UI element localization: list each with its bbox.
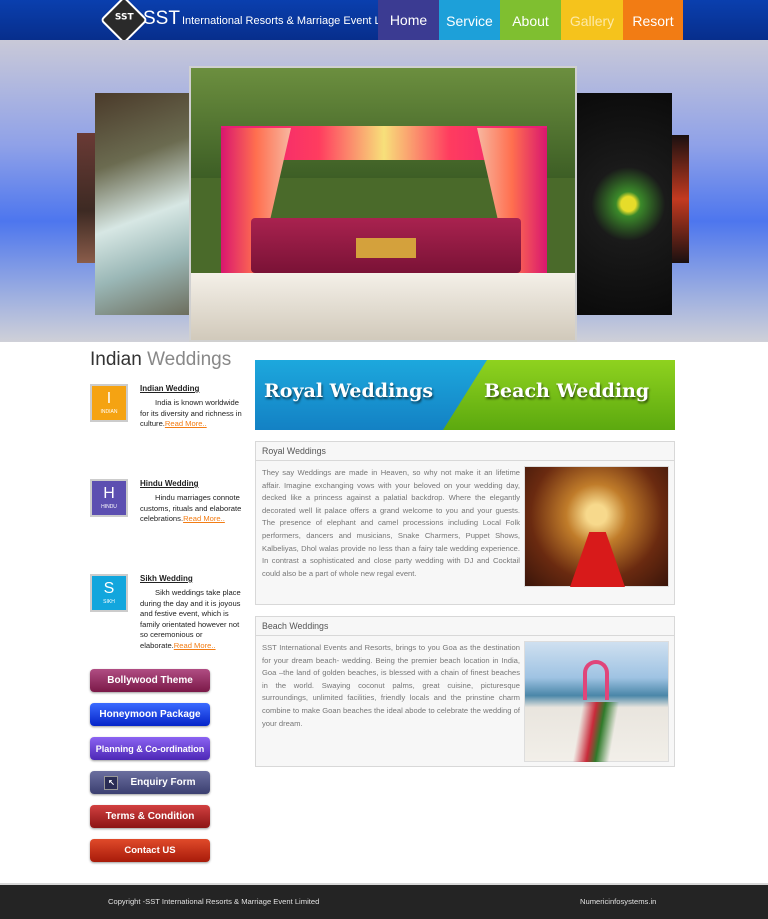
slide-table — [356, 238, 416, 258]
hindu-read-more-link[interactable]: Read More.. — [183, 514, 225, 523]
site-footer: Copyright -SST International Resorts & M… — [0, 883, 768, 919]
nav-about[interactable]: About — [500, 0, 561, 42]
sidebar-title: Indian Weddings — [90, 349, 231, 371]
category-hindu: H HINDU Hindu Wedding Hindu marriages co… — [90, 479, 244, 549]
hindu-icon[interactable]: H HINDU — [90, 479, 128, 517]
nav-home[interactable]: Home — [378, 0, 439, 42]
hindu-icon-sub: HINDU — [101, 504, 117, 510]
indian-wedding-text: India is known worldwide for its diversi… — [140, 398, 242, 430]
beach-wedding-promo-label: Beach Wedding — [484, 380, 650, 402]
sikh-icon-letter: S — [103, 580, 115, 597]
indian-icon-sub: INDIAN — [100, 409, 118, 415]
royal-weddings-text: They say Weddings are made in Heaven, so… — [262, 468, 520, 578]
sidebar-title-strong: Indian — [90, 349, 142, 370]
flower-aisle — [565, 702, 645, 762]
beach-weddings-text: SST International Events and Resorts, br… — [262, 643, 520, 728]
sidebar-title-light: Weddings — [147, 349, 232, 370]
brand-short: SST — [143, 8, 180, 29]
site-header: SST SST International Resorts & Marriage … — [0, 0, 768, 45]
planning-button[interactable]: Planning & Co-ordination — [90, 737, 210, 760]
beach-weddings-heading: Beach Weddings — [256, 617, 674, 636]
indian-icon[interactable]: I INDIAN — [90, 384, 128, 422]
main-nav: Home Service About Gallery Resort — [378, 0, 683, 42]
nav-gallery[interactable]: Gallery — [561, 0, 623, 42]
developer-credit-link[interactable]: Numericinfosystems.in — [580, 897, 656, 906]
promo-banner: Royal Weddings Beach Wedding — [255, 360, 675, 430]
indian-read-more-link[interactable]: Read More.. — [165, 419, 207, 428]
sikh-wedding-link[interactable]: Sikh Wedding — [140, 574, 193, 583]
royal-wedding-image — [524, 466, 669, 587]
nav-service[interactable]: Service — [439, 0, 500, 42]
red-carpet — [570, 532, 625, 587]
hindu-wedding-text: Hindu marriages connote customs, rituals… — [140, 493, 242, 525]
copyright-text: Copyright -SST International Resorts & M… — [108, 897, 320, 906]
slide-right-image[interactable] — [575, 93, 672, 315]
sikh-wedding-text: Sikh weddings take place during the day … — [140, 588, 242, 652]
slide-stage — [191, 273, 575, 340]
brand-full: International Resorts & Marriage Event L… — [181, 15, 411, 27]
contact-us-button[interactable]: Contact US — [90, 839, 210, 862]
brand-name[interactable]: SST International Resorts & Marriage Even… — [143, 8, 410, 30]
enquiry-form-label: Enquiry Form — [130, 777, 196, 788]
beach-wedding-image — [524, 641, 669, 762]
logo-badge-text: SST — [114, 12, 134, 23]
slide-left-image[interactable] — [95, 93, 195, 315]
enquiry-form-button[interactable]: ↖ Enquiry Form — [90, 771, 210, 794]
nav-resort[interactable]: Resort — [623, 0, 683, 42]
sikh-icon-sub: SIKH — [103, 599, 115, 605]
sikh-read-more-link[interactable]: Read More.. — [174, 641, 216, 650]
royal-weddings-promo-label: Royal Weddings — [264, 380, 434, 402]
category-indian: I INDIAN Indian Wedding India is known w… — [90, 384, 244, 454]
hindu-wedding-link[interactable]: Hindu Wedding — [140, 479, 199, 488]
indian-icon-letter: I — [106, 390, 112, 407]
royal-weddings-heading: Royal Weddings — [256, 442, 674, 461]
flower-arch — [583, 660, 609, 700]
terms-condition-button[interactable]: Terms & Condition — [90, 805, 210, 828]
category-sikh: S SIKH Sikh Wedding Sikh weddings take p… — [90, 574, 244, 659]
logo-badge[interactable]: SST — [99, 0, 149, 45]
indian-wedding-link[interactable]: Indian Wedding — [140, 384, 199, 393]
hindu-icon-letter: H — [103, 485, 115, 502]
banner-slider — [0, 40, 768, 342]
cursor-icon: ↖ — [104, 775, 119, 790]
bollywood-theme-button[interactable]: Bollywood Theme — [90, 669, 210, 692]
honeymoon-package-button[interactable]: Honeymoon Package — [90, 703, 210, 726]
sikh-icon[interactable]: S SIKH — [90, 574, 128, 612]
beach-weddings-section: Beach Weddings SST International Events … — [255, 616, 675, 767]
slide-main-image[interactable] — [189, 66, 577, 342]
royal-weddings-section: Royal Weddings They say Weddings are mad… — [255, 441, 675, 605]
